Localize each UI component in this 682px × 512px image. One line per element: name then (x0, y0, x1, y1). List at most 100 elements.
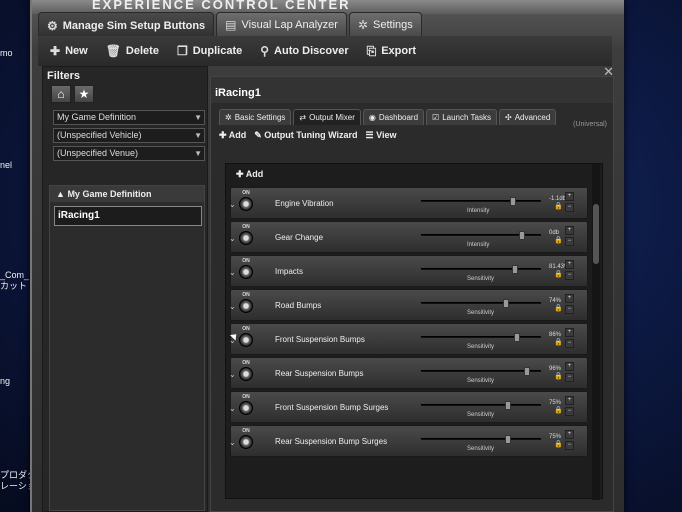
tree-item-iracing1[interactable]: iRacing1 (54, 206, 202, 226)
slider-thumb[interactable] (514, 333, 521, 342)
lock-icon[interactable]: 🔒 (554, 270, 563, 278)
row-controls: + − (565, 192, 579, 214)
plus-icon[interactable]: + (565, 430, 574, 439)
auto-discover-button[interactable]: ⚲ Auto Discover (260, 44, 348, 58)
filters-panel: Filters ⌂ ★ My Game Definition ▼ (Unspec… (42, 66, 208, 512)
on-label: ON (242, 326, 250, 332)
on-toggle[interactable]: ON (235, 360, 257, 381)
lock-icon[interactable]: 🔒 (554, 406, 563, 414)
scrollbar[interactable] (592, 164, 600, 500)
effect-row[interactable]: ON ⌄ Front Suspension Bumps Sensitivity … (229, 323, 588, 355)
effect-slider[interactable] (421, 231, 541, 240)
chevron-down-icon[interactable]: ⌄ (229, 302, 236, 311)
sub-tabs: ✲ Basic Settings ⇄ Output Mixer ◉ Dashbo… (211, 103, 613, 125)
plus-icon[interactable]: + (565, 396, 574, 405)
effect-row[interactable]: ON ⌄ Rear Suspension Bumps Sensitivity 9… (229, 357, 588, 389)
slider-thumb[interactable] (505, 435, 512, 444)
chevron-down-icon[interactable]: ⌄ (229, 438, 236, 447)
tab-dashboard[interactable]: ◉ Dashboard (362, 109, 425, 125)
tab-basic-settings[interactable]: ✲ Basic Settings (219, 109, 292, 125)
star-icon[interactable]: ★ (74, 85, 94, 103)
scrollbar-thumb[interactable] (593, 204, 599, 264)
effect-row[interactable]: ON ⌄ Engine Vibration Intensity -1.1db 🔒… (229, 187, 588, 219)
minus-icon[interactable]: − (565, 203, 574, 212)
tab-visual-lap-analyzer[interactable]: ▤ Visual Lap Analyzer (216, 12, 347, 36)
minus-icon[interactable]: − (565, 407, 574, 416)
on-toggle[interactable]: ON (235, 292, 257, 313)
slider-thumb[interactable] (505, 401, 512, 410)
minus-icon[interactable]: − (565, 373, 574, 382)
chevron-down-icon[interactable]: ⌄ (229, 268, 236, 277)
chevron-down-icon[interactable]: ⌄ (229, 370, 236, 379)
vehicle-select[interactable]: (Unspecified Vehicle) ▼ (53, 128, 205, 143)
lock-icon[interactable]: 🔒 (554, 338, 563, 346)
effect-param: Sensitivity (467, 412, 495, 418)
add-button[interactable]: ✚ Add (219, 130, 246, 141)
minus-icon[interactable]: − (565, 339, 574, 348)
effect-row[interactable]: ON ⌄ Impacts Sensitivity 81.43% 🔒 + − (229, 255, 588, 287)
chevron-down-icon[interactable]: ⌄ (229, 404, 236, 413)
new-button[interactable]: ✚ New (50, 44, 88, 58)
plus-icon[interactable]: + (565, 192, 574, 201)
lock-icon[interactable]: 🔒 (554, 440, 563, 448)
slider-thumb[interactable] (512, 265, 519, 274)
tab-output-mixer[interactable]: ⇄ Output Mixer (293, 109, 361, 125)
lock-icon[interactable]: 🔒 (554, 304, 563, 312)
venue-select[interactable]: (Unspecified Venue) ▼ (53, 146, 205, 161)
tab-manage-sim-setup-buttons[interactable]: ⚙ Manage Sim Setup Buttons (38, 12, 215, 38)
plus-icon[interactable]: + (565, 328, 574, 337)
export-button[interactable]: ⎘ Export (367, 44, 416, 59)
effect-slider[interactable] (421, 435, 541, 444)
effect-row[interactable]: ON ⌄ Front Suspension Bump Surges Sensit… (229, 391, 588, 423)
slider-thumb[interactable] (503, 299, 510, 308)
plus-icon[interactable]: + (565, 294, 574, 303)
lock-icon[interactable]: 🔒 (554, 372, 563, 380)
chevron-down-icon[interactable]: ⌄ (229, 200, 236, 209)
on-toggle[interactable]: ON (235, 224, 257, 245)
slider-thumb[interactable] (509, 197, 516, 206)
lock-icon[interactable]: 🔒 (554, 236, 563, 244)
lock-icon[interactable]: 🔒 (554, 202, 563, 210)
effect-slider[interactable] (421, 265, 541, 274)
effect-row[interactable]: ON ⌄ Road Bumps Sensitivity 74% 🔒 + − (229, 289, 588, 321)
plus-icon[interactable]: + (565, 362, 574, 371)
on-toggle[interactable]: ON (235, 394, 257, 415)
slider-thumb[interactable] (519, 231, 526, 240)
effect-slider[interactable] (421, 333, 541, 342)
tab-settings[interactable]: ✲ Settings (348, 12, 422, 36)
on-label: ON (242, 428, 250, 434)
tab-advanced[interactable]: ✣ Advanced (498, 109, 557, 125)
effect-name: Gear Change (275, 233, 324, 242)
mixer-add-button[interactable]: ✚ Add (226, 164, 602, 185)
effect-param: Sensitivity (467, 446, 495, 452)
on-toggle[interactable]: ON (235, 428, 257, 449)
output-tuning-wizard-button[interactable]: ✎ Output Tuning Wizard (254, 130, 357, 141)
plus-icon[interactable]: + (565, 260, 574, 269)
minus-icon[interactable]: − (565, 237, 574, 246)
slider-thumb[interactable] (523, 367, 530, 376)
plus-icon[interactable]: + (565, 226, 574, 235)
on-toggle[interactable]: ON (235, 258, 257, 279)
effect-slider[interactable] (421, 367, 541, 376)
effect-row[interactable]: ON ⌄ Rear Suspension Bump Surges Sensiti… (229, 425, 588, 457)
plus-icon: ✚ (236, 169, 244, 179)
chevron-down-icon[interactable]: ⌄ (229, 234, 236, 243)
row-controls: + − (565, 294, 579, 316)
chevron-down-icon: ▼ (194, 113, 202, 122)
effect-slider[interactable] (421, 299, 541, 308)
effect-row[interactable]: ON ⌄ Gear Change Intensity 0db 🔒 + − (229, 221, 588, 253)
row-controls: + − (565, 260, 579, 282)
tab-launch-tasks[interactable]: ☑ Launch Tasks (426, 109, 497, 125)
effect-slider[interactable] (421, 197, 541, 206)
delete-button[interactable]: 🗑 Delete (106, 44, 159, 58)
minus-icon[interactable]: − (565, 271, 574, 280)
minus-icon[interactable]: − (565, 441, 574, 450)
effect-slider[interactable] (421, 401, 541, 410)
on-toggle[interactable]: ON (235, 190, 257, 211)
view-button[interactable]: ☰ View (366, 130, 397, 141)
tree-heading[interactable]: ▲ My Game Definition (50, 186, 204, 202)
home-icon[interactable]: ⌂ (51, 85, 71, 103)
game-definition-select[interactable]: My Game Definition ▼ (53, 110, 205, 125)
duplicate-button[interactable]: ❐ Duplicate (177, 44, 242, 58)
minus-icon[interactable]: − (565, 305, 574, 314)
